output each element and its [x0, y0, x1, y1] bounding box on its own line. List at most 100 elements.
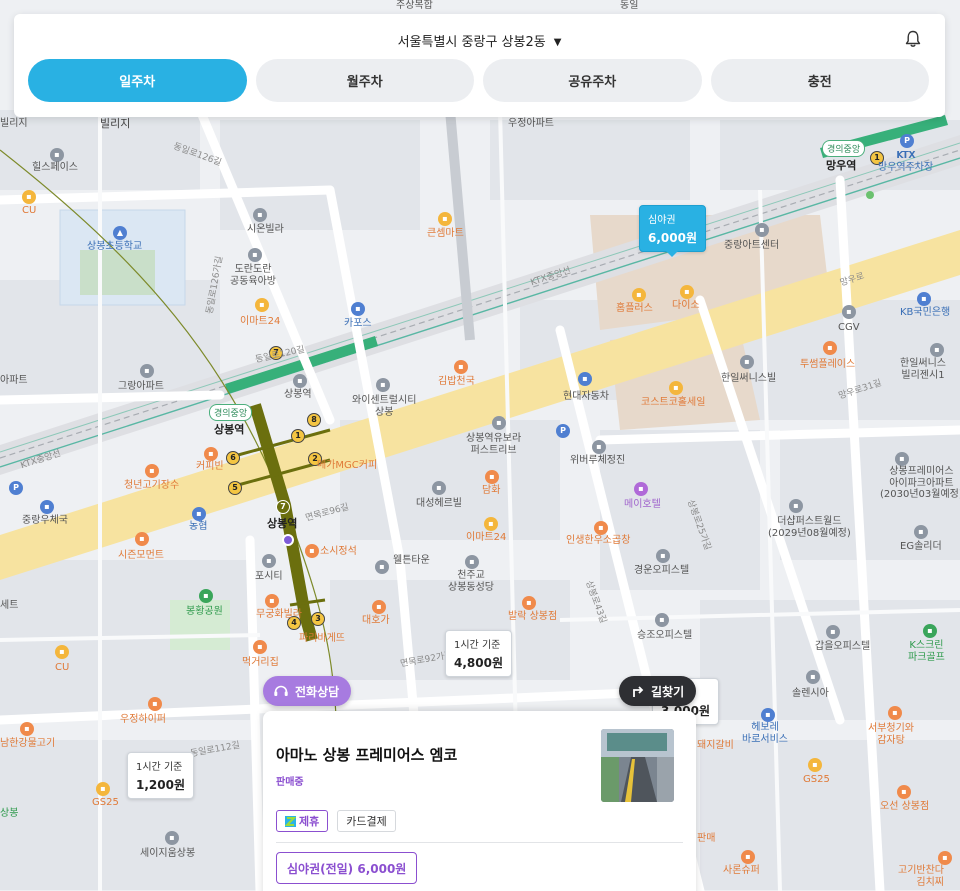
poi-label: 도란도란 공동육아방: [230, 264, 276, 287]
convenience-store-icon: ▪: [255, 298, 269, 312]
card-payment-chip: 카드결제: [337, 810, 396, 832]
restaurant-icon: ▪: [594, 521, 608, 535]
poi-label: 웰튼타운: [393, 555, 430, 566]
tab-charging[interactable]: 충전: [710, 59, 929, 102]
poi-label: 세이지움상봉: [140, 848, 196, 859]
poi-label: 담화: [482, 485, 501, 496]
phone-consult-label: 전화상담: [295, 684, 340, 699]
building-icon: ▪: [248, 248, 262, 262]
exit-5-icon: 5: [228, 481, 242, 495]
location-selector[interactable]: 서울특별시 중랑구 상봉2동 ▼: [14, 31, 945, 50]
caret-down-icon: ▼: [553, 37, 562, 48]
poi-label: 고기반찬다 김치찌: [898, 865, 944, 888]
poi-label: 메가MGC커피: [317, 460, 378, 471]
church-icon: ▪: [465, 555, 479, 569]
poi-label: 먹거리집: [242, 657, 279, 668]
marker-label: 1시간 기준: [136, 762, 183, 773]
restaurant-icon: ▪: [265, 594, 279, 608]
building-icon: ▪: [140, 364, 154, 378]
poi-label: 투썸플레이스: [800, 359, 856, 370]
poi-label: 청년고기장수: [124, 480, 180, 491]
poi-label: 인생한우소곱창: [566, 535, 631, 546]
hotel-icon: ▪: [634, 482, 648, 496]
poi-label: 동일: [620, 0, 639, 11]
building-icon: ▪: [492, 416, 506, 430]
building-icon: ▪: [914, 525, 928, 539]
restaurant-icon: ▪: [454, 360, 468, 374]
night-pass-option[interactable]: 심야권(전일) 6,000원: [276, 852, 418, 884]
station-line-tag: 경의중앙: [822, 140, 866, 157]
poi-label: 중랑우체국: [22, 515, 68, 526]
station-name[interactable]: 상봉역: [267, 517, 297, 531]
building-icon: ▪: [740, 355, 754, 369]
building-icon: ▪: [930, 343, 944, 357]
bank-icon: ▪: [192, 507, 206, 521]
building-icon: ▪: [755, 223, 769, 237]
station-name[interactable]: 망우역: [826, 159, 856, 173]
convenience-store-icon: ▪: [22, 190, 36, 204]
price-marker[interactable]: 1시간 기준 4,800원: [445, 630, 512, 677]
headset-icon: [274, 685, 288, 696]
convenience-store-icon: ▪: [808, 758, 822, 772]
poi-label: 홈플러스: [616, 303, 653, 314]
building-icon: ▪: [789, 499, 803, 513]
poi-label: 소시정석: [320, 546, 357, 557]
price-marker-selected[interactable]: 심야권 6,000원: [639, 205, 706, 257]
tab-shared[interactable]: 공유주차: [483, 59, 702, 102]
marker-label: 1시간 기준: [454, 640, 501, 651]
poi-label: 시온빌라: [247, 224, 284, 235]
building-icon: ▪: [895, 452, 909, 466]
poi-label: 대성헤르빌: [416, 498, 462, 509]
exit-3-icon: 3: [311, 612, 325, 626]
parking-icon: P: [556, 424, 570, 438]
poi-label: CGV: [838, 322, 860, 333]
parking-icon: P: [900, 134, 914, 148]
poi-label: 판매: [697, 833, 716, 844]
restaurant-icon: ▪: [145, 464, 159, 478]
building-icon: ▪: [656, 549, 670, 563]
poi-label: K스크린 파크골프: [908, 640, 945, 663]
building-icon: ▪: [253, 208, 267, 222]
exit-6-icon: 6: [226, 451, 240, 465]
poi-label: 포시티: [255, 571, 283, 582]
poi-label: 빌리지: [100, 117, 131, 130]
poi-label: GS25: [92, 797, 119, 808]
turn-right-arrow-icon: [633, 686, 644, 697]
poi-label: 메이호텔: [624, 499, 661, 510]
feature-chips: 제휴 카드결제: [276, 810, 396, 832]
parking-lot-name: 아마노 상봉 프레미어스 엠코: [276, 746, 458, 764]
parking-lot-photo[interactable]: [601, 729, 674, 802]
bell-icon[interactable]: [905, 30, 921, 48]
building-icon: ▪: [50, 148, 64, 162]
shopping-icon: ▪: [632, 288, 646, 302]
poi-label: 빌리지: [0, 118, 28, 129]
tab-monthly[interactable]: 월주차: [255, 59, 474, 102]
building-icon: ▪: [262, 554, 276, 568]
poi-label: 서부청기와 감자탕: [868, 723, 914, 746]
golf-icon: ▪: [923, 624, 937, 638]
marker-price: 6,000원: [648, 231, 697, 245]
poi-label: 솔렌시아: [792, 688, 829, 699]
poi-label: 천주교 상봉동성당: [448, 570, 494, 593]
poi-label: 남한강물고기: [0, 738, 56, 749]
location-text: 서울특별시 중랑구 상봉2동: [397, 35, 546, 50]
phone-consult-button[interactable]: 전화상담: [263, 676, 352, 706]
status-badge: 판매중: [276, 777, 304, 788]
poi-label: 발락 상봉점: [508, 611, 558, 622]
directions-button[interactable]: 길찾기: [619, 676, 697, 706]
parking-lot-card[interactable]: 아마노 상봉 프레미어스 엠코 판매중 제휴 카드결제 심야권(전일) 6,00…: [263, 711, 696, 891]
convenience-store-icon: ▪: [55, 645, 69, 659]
poi-label: GS25: [803, 774, 830, 785]
tab-daily[interactable]: 일주차: [28, 59, 247, 102]
exit-8-icon: 8: [307, 413, 321, 427]
price-marker[interactable]: 1시간 기준 1,200원: [127, 752, 194, 799]
poi-label: 와이센트럴시티 상봉: [352, 395, 417, 418]
restaurant-icon: ▪: [148, 697, 162, 711]
poi-label: 힐스페이스: [32, 162, 78, 173]
station-line-tag: 경의중앙: [209, 404, 253, 421]
cafe-icon: ▪: [823, 341, 837, 355]
poi-label: 한일써니스 빌리젠시1: [900, 358, 946, 381]
exit-1-icon: 1: [291, 429, 305, 443]
station-name[interactable]: 상봉역: [214, 423, 244, 437]
poi-label: 사론슈퍼: [723, 865, 760, 876]
